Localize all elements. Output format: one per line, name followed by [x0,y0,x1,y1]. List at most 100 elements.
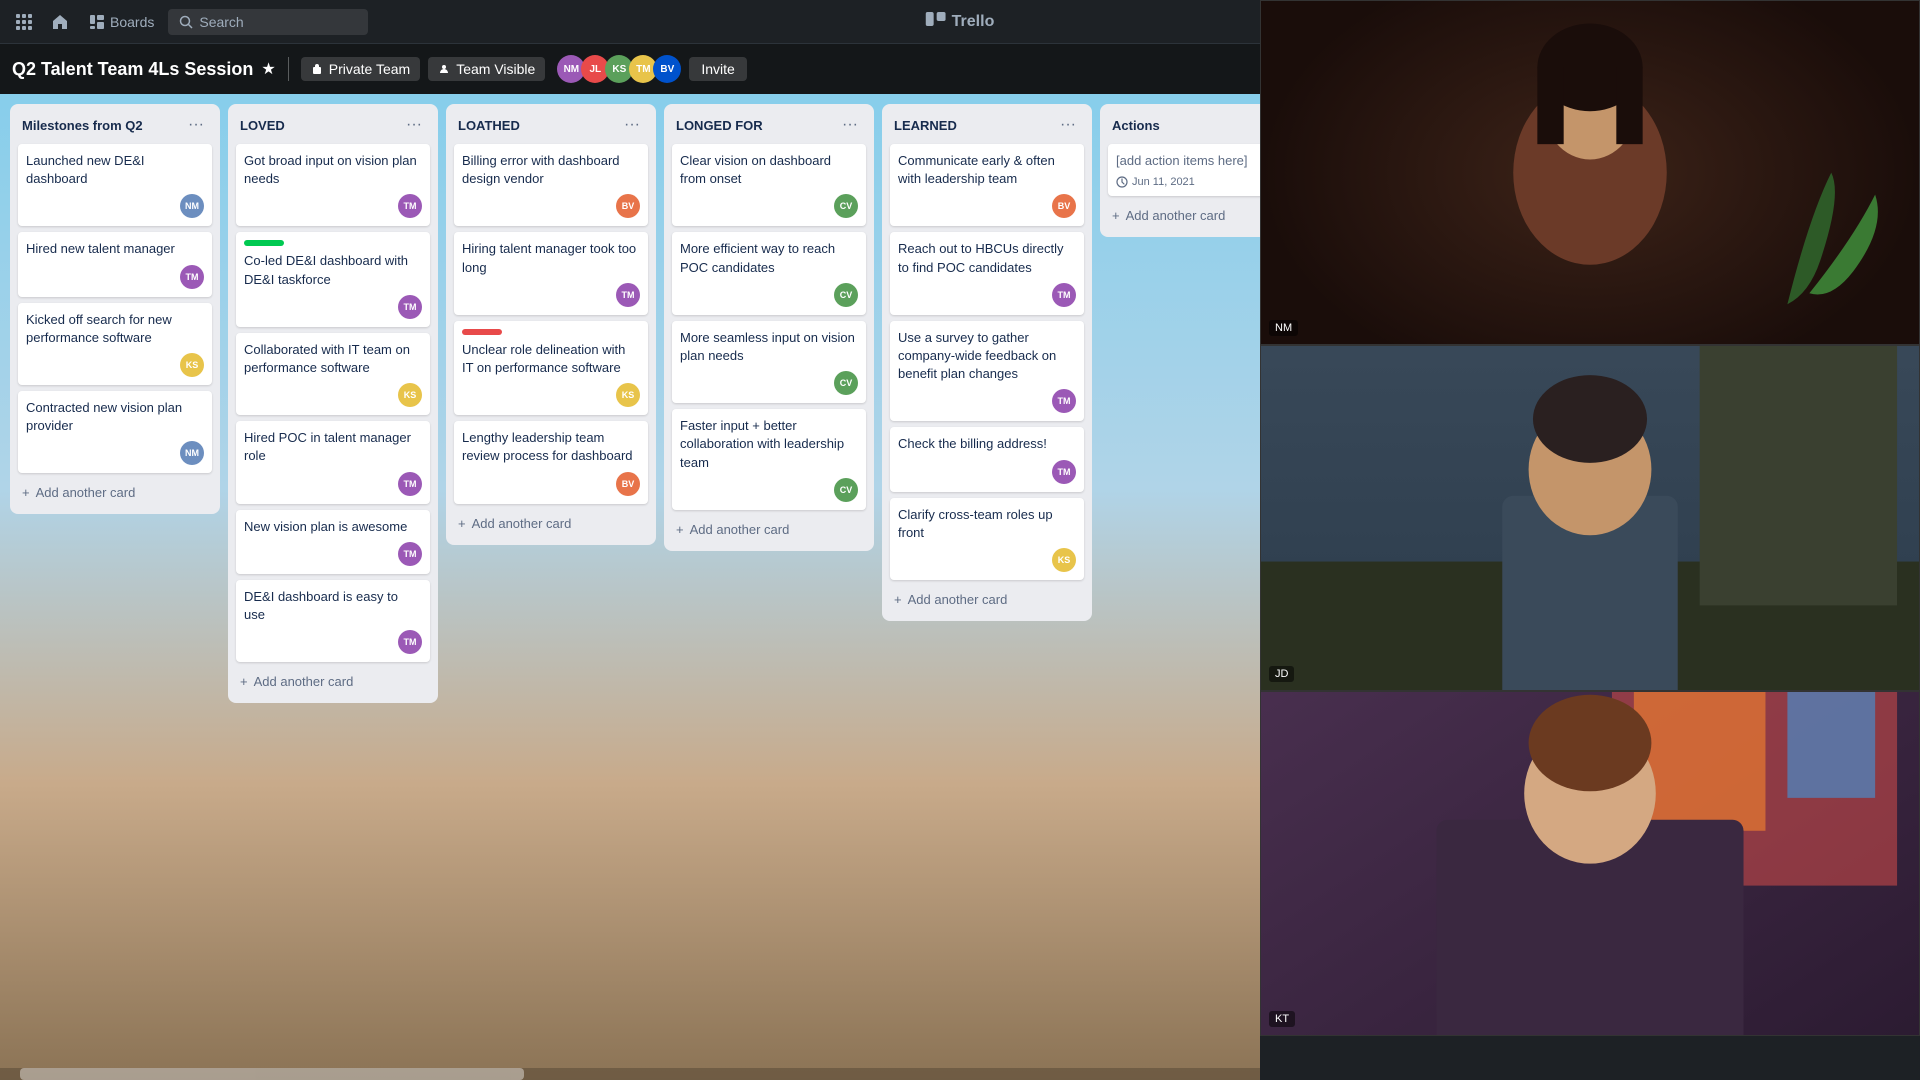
card-billing-error[interactable]: Billing error with dashboard design vend… [454,144,648,226]
clock-icon [1116,176,1128,188]
add-card-loathed[interactable]: + Add another card [454,510,648,537]
learned-list-title: LEARNED [894,118,957,133]
video-cell-1: NM [1260,44,1920,345]
milestones-list-header: Milestones from Q2 ··· [18,112,212,138]
loathed-list-menu[interactable]: ··· [620,114,644,136]
add-card-loved[interactable]: + Add another card [236,668,430,695]
card-kicked-off[interactable]: Kicked off search for new performance so… [18,303,212,385]
card-lengthy-review[interactable]: Lengthy leadership team review process f… [454,421,648,503]
card-hired-poc[interactable]: Hired POC in talent manager role TM [236,421,430,503]
card-seamless-input[interactable]: More seamless input on vision plan needs… [672,321,866,403]
card-avatar: TM [1052,283,1076,307]
apps-icon[interactable] [8,6,40,38]
milestones-list-menu[interactable]: ··· [184,114,208,136]
lists-container[interactable]: Milestones from Q2 ··· Launched new DE&I… [0,94,1260,1080]
action-date: Jun 11, 2021 [1132,176,1195,188]
horizontal-scrollbar[interactable] [0,1068,1260,1080]
milestones-list: Milestones from Q2 ··· Launched new DE&I… [10,104,220,514]
longed-list-header: LONGED FOR ··· [672,112,866,138]
boards-nav-button[interactable]: Boards [80,10,164,34]
video-cell-2-name: JD [1269,666,1294,682]
card-avatar: BV [616,472,640,496]
card-avatar: KS [180,353,204,377]
loathed-list-header: LOATHED ··· [454,112,648,138]
card-avatar: NM [180,441,204,465]
actions-list-header: Actions ··· [1108,112,1260,138]
video-panel: NM [1260,44,1920,1036]
app-layout: Boards Search Trello [0,0,1920,1080]
card-avatar: KS [616,383,640,407]
card-avatar: TM [398,542,422,566]
card-avatar: CV [834,478,858,502]
add-card-actions[interactable]: + Add another card [1108,202,1260,229]
actions-list-title: Actions [1112,118,1160,133]
header-divider [288,57,289,81]
card-hired-talent[interactable]: Hired new talent manager TM [18,232,212,296]
board-title[interactable]: Q2 Talent Team 4Ls Session [12,59,253,80]
card-avatar: BV [616,194,640,218]
card-avatar: BV [1052,194,1076,218]
card-avatar: TM [180,265,204,289]
card-avatar: CV [834,371,858,395]
video-cell-2: JD [1260,345,1920,690]
longed-list: LONGED FOR ··· Clear vision on dashboard… [664,104,874,551]
card-label-red [462,329,502,335]
card-clarify-roles[interactable]: Clarify cross-team roles up front KS [890,498,1084,580]
card-hiring-too-long[interactable]: Hiring talent manager took too long TM [454,232,648,314]
private-team-button[interactable]: Private Team [301,57,420,81]
card-avatar: TM [1052,460,1076,484]
star-button[interactable]: ★ [261,59,275,79]
card-unclear-role[interactable]: Unclear role delineation with IT on perf… [454,321,648,415]
card-avatar: CV [834,194,858,218]
longed-list-title: LONGED FOR [676,118,763,133]
video-cell-3: KT [1260,691,1920,1036]
card-broad-input[interactable]: Got broad input on vision plan needs TM [236,144,430,226]
home-icon[interactable] [44,6,76,38]
search-bar[interactable]: Search [168,9,368,35]
card-launched-dei[interactable]: Launched new DE&I dashboard NM [18,144,212,226]
actions-list: Actions ··· [add action items here] Jun … [1100,104,1260,237]
invite-button[interactable]: Invite [689,57,746,81]
card-avatar: TM [1052,389,1076,413]
card-avatar: NM [180,194,204,218]
longed-list-menu[interactable]: ··· [838,114,862,136]
member-avatars: NM JL KS TM BV [557,55,681,83]
add-card-learned[interactable]: + Add another card [890,586,1084,613]
card-clear-vision[interactable]: Clear vision on dashboard from onset CV [672,144,866,226]
loved-list-header: LOVED ··· [236,112,430,138]
card-add-actions[interactable]: [add action items here] Jun 11, 2021 [1108,144,1260,196]
add-card-longed[interactable]: + Add another card [672,516,866,543]
card-label-green [244,240,284,246]
video-cell-1-name: NM [1269,320,1298,336]
member-avatar-5[interactable]: BV [653,55,681,83]
card-use-survey[interactable]: Use a survey to gather company-wide feed… [890,321,1084,422]
card-efficient-poc[interactable]: More efficient way to reach POC candidat… [672,232,866,314]
video-cell-3-name: KT [1269,1011,1295,1027]
loved-list-title: LOVED [240,118,285,133]
learned-list: LEARNED ··· Communicate early & often wi… [882,104,1092,621]
learned-list-header: LEARNED ··· [890,112,1084,138]
card-faster-input[interactable]: Faster input + better collaboration with… [672,409,866,510]
team-visible-button[interactable]: Team Visible [428,57,545,81]
card-check-billing[interactable]: Check the billing address! TM [890,427,1084,491]
card-vision-awesome[interactable]: New vision plan is awesome TM [236,510,430,574]
card-avatar: TM [398,472,422,496]
learned-list-menu[interactable]: ··· [1056,114,1080,136]
loathed-list-title: LOATHED [458,118,520,133]
loved-list-menu[interactable]: ··· [402,114,426,136]
loathed-list: LOATHED ··· Billing error with dashboard… [446,104,656,545]
main-content: Q2 Talent Team 4Ls Session ★ Private Tea… [0,44,1920,1080]
card-dei-easy[interactable]: DE&I dashboard is easy to use TM [236,580,430,662]
card-avatar: KS [398,383,422,407]
board-area: Milestones from Q2 ··· Launched new DE&I… [0,94,1260,1080]
card-communicate-early[interactable]: Communicate early & often with leadershi… [890,144,1084,226]
card-avatar: TM [398,630,422,654]
add-card-milestones[interactable]: + Add another card [18,479,212,506]
card-vision-plan[interactable]: Contracted new vision plan provider NM [18,391,212,473]
card-co-led-dei[interactable]: Co-led DE&I dashboard with DE&I taskforc… [236,232,430,326]
card-reach-hbcu[interactable]: Reach out to HBCUs directly to find POC … [890,232,1084,314]
card-avatar: CV [834,283,858,307]
card-collaborated-it[interactable]: Collaborated with IT team on performance… [236,333,430,415]
trello-logo: Trello [926,12,995,32]
card-avatar: TM [398,194,422,218]
